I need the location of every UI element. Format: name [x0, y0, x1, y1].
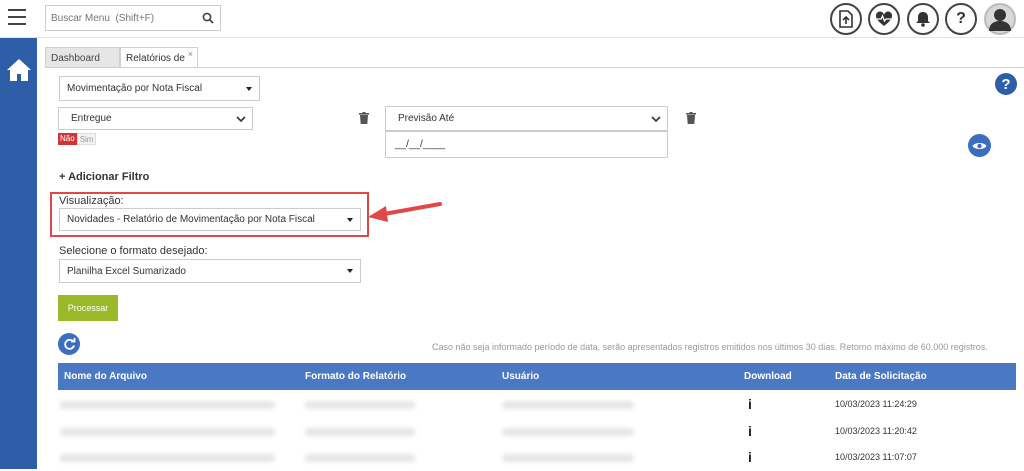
download-icon[interactable]: i — [748, 396, 752, 412]
forecast-select-value: Previsão Até — [398, 113, 455, 124]
home-icon[interactable] — [6, 58, 32, 82]
caret-down-icon — [347, 217, 353, 222]
request-date: 10/03/2023 11:07:07 — [835, 452, 917, 462]
format-select[interactable]: Planilha Excel Sumarizado — [59, 259, 361, 283]
request-date: 10/03/2023 11:20:42 — [835, 426, 917, 436]
redacted-file-name — [60, 428, 275, 436]
trash-icon[interactable] — [686, 112, 696, 124]
page-help-icon[interactable]: ? — [995, 73, 1017, 95]
search-icon[interactable] — [202, 12, 214, 24]
hamburger-menu-icon[interactable] — [8, 9, 26, 27]
heartbeat-icon[interactable] — [868, 3, 900, 35]
format-label: Selecione o formato desejado: — [59, 245, 208, 257]
column-header[interactable]: Data de Solicitação — [835, 363, 927, 390]
tab-reports[interactable]: Relatórios de × — [120, 47, 198, 68]
tab-divider — [45, 67, 1024, 68]
close-tab-icon[interactable]: × — [188, 44, 193, 65]
trash-icon[interactable] — [359, 112, 369, 124]
redacted-file-name — [60, 401, 275, 409]
info-note: Caso não seja informado período de data,… — [432, 342, 988, 352]
table-row: i 10/03/2023 11:07:07 — [58, 445, 1016, 471]
user-avatar-icon[interactable] — [984, 3, 1016, 35]
date-input[interactable]: __/__/____ — [385, 131, 668, 158]
request-date: 10/03/2023 11:24:29 — [835, 399, 917, 409]
caret-down-icon — [347, 269, 353, 273]
visualization-select-value: Novidades - Relatório de Movimentação po… — [67, 214, 315, 225]
redacted-user — [502, 454, 634, 462]
report-select-value: Movimentação por Nota Fiscal — [67, 83, 203, 94]
column-header[interactable]: Formato do Relatório — [305, 363, 406, 390]
toggle-no[interactable]: Não — [58, 133, 77, 145]
report-select[interactable]: Movimentação por Nota Fiscal — [59, 76, 260, 101]
table-header: Nome do Arquivo Formato do Relatório Usu… — [58, 363, 1016, 390]
format-select-value: Planilha Excel Sumarizado — [67, 265, 186, 277]
status-select[interactable]: Entregue — [58, 107, 253, 130]
download-icon[interactable]: i — [748, 423, 752, 439]
table-row: i 10/03/2023 11:24:29 — [58, 392, 1016, 418]
caret-down-icon — [246, 86, 252, 91]
tab-label: Relatórios de — [126, 53, 185, 64]
status-select-value: Entregue — [71, 113, 112, 124]
visualization-label: Visualização: — [59, 195, 124, 207]
date-placeholder: __/__/____ — [395, 139, 446, 150]
search-input[interactable] — [46, 6, 196, 30]
tab-label: Dashboard — [51, 53, 100, 64]
redacted-format — [305, 401, 415, 409]
upload-icon[interactable] — [830, 3, 862, 35]
column-header[interactable]: Download — [744, 363, 792, 390]
toggle-yes[interactable]: Sim — [76, 133, 97, 145]
add-filter-link[interactable]: + Adicionar Filtro — [59, 171, 149, 183]
column-header[interactable]: Usuário — [502, 363, 539, 390]
red-arrow-annotation — [368, 202, 442, 222]
help-icon[interactable]: ? — [945, 3, 977, 35]
forecast-select[interactable]: Previsão Até — [385, 106, 668, 131]
column-header[interactable]: Nome do Arquivo — [64, 363, 147, 390]
visualization-select[interactable]: Novidades - Relatório de Movimentação po… — [59, 208, 361, 231]
redacted-format — [305, 454, 415, 462]
tab-dashboard[interactable]: Dashboard — [45, 47, 120, 68]
redacted-format — [305, 428, 415, 436]
download-icon[interactable]: i — [748, 449, 752, 465]
top-bar: ? — [0, 0, 1024, 38]
table-row: i 10/03/2023 11:20:42 — [58, 419, 1016, 445]
search-box[interactable] — [45, 5, 221, 31]
redacted-file-name — [60, 454, 275, 462]
sidebar — [0, 38, 37, 469]
process-button[interactable]: Processar — [58, 295, 118, 321]
refresh-icon[interactable] — [58, 333, 80, 355]
redacted-user — [502, 428, 634, 436]
bell-icon[interactable] — [907, 3, 939, 35]
chevron-down-icon — [651, 115, 661, 122]
redacted-user — [502, 401, 634, 409]
yes-no-toggle[interactable]: Não Sim — [58, 133, 97, 145]
preview-eye-icon[interactable] — [968, 134, 991, 157]
chevron-down-icon — [236, 115, 246, 122]
